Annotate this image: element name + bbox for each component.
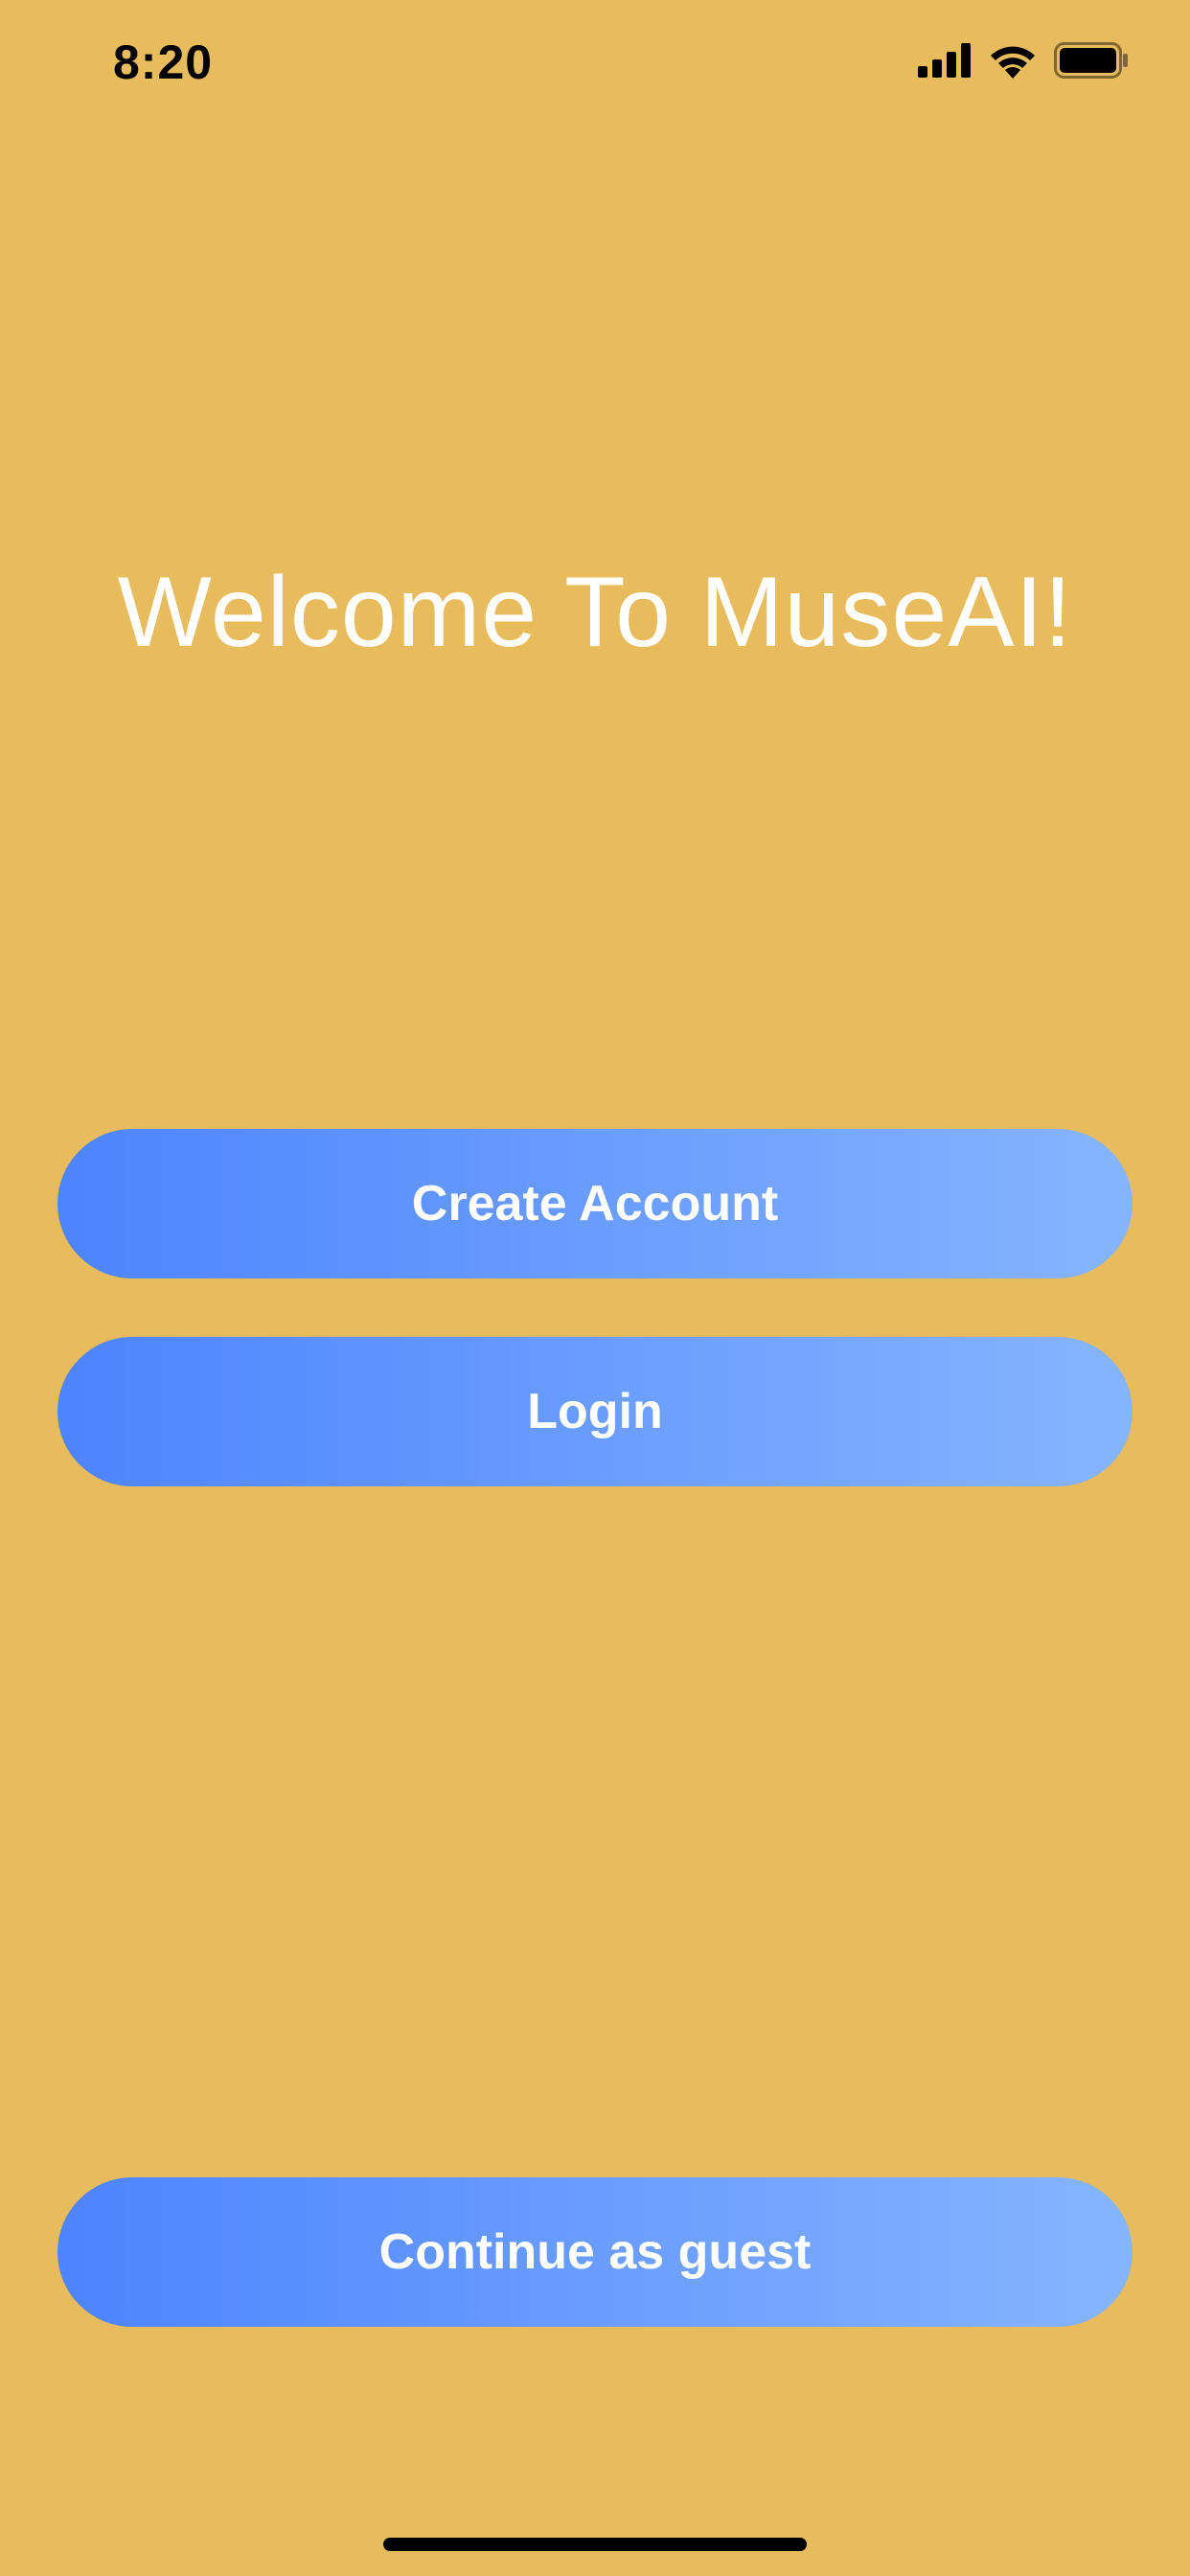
status-time: 8:20 [113, 35, 214, 89]
cellular-signal-icon [918, 43, 972, 82]
create-account-button[interactable]: Create Account [57, 1129, 1133, 1278]
wifi-icon [989, 42, 1037, 83]
create-account-label: Create Account [411, 1176, 779, 1231]
status-icons [918, 42, 1129, 83]
continue-as-guest-button[interactable]: Continue as guest [57, 2177, 1133, 2327]
continue-as-guest-label: Continue as guest [378, 2224, 812, 2280]
login-label: Login [527, 1384, 663, 1439]
login-button[interactable]: Login [57, 1337, 1133, 1486]
home-indicator[interactable] [383, 2538, 807, 2551]
welcome-title: Welcome To MuseAI! [117, 557, 1073, 668]
status-bar: 8:20 [0, 0, 1190, 134]
battery-icon [1054, 42, 1129, 83]
